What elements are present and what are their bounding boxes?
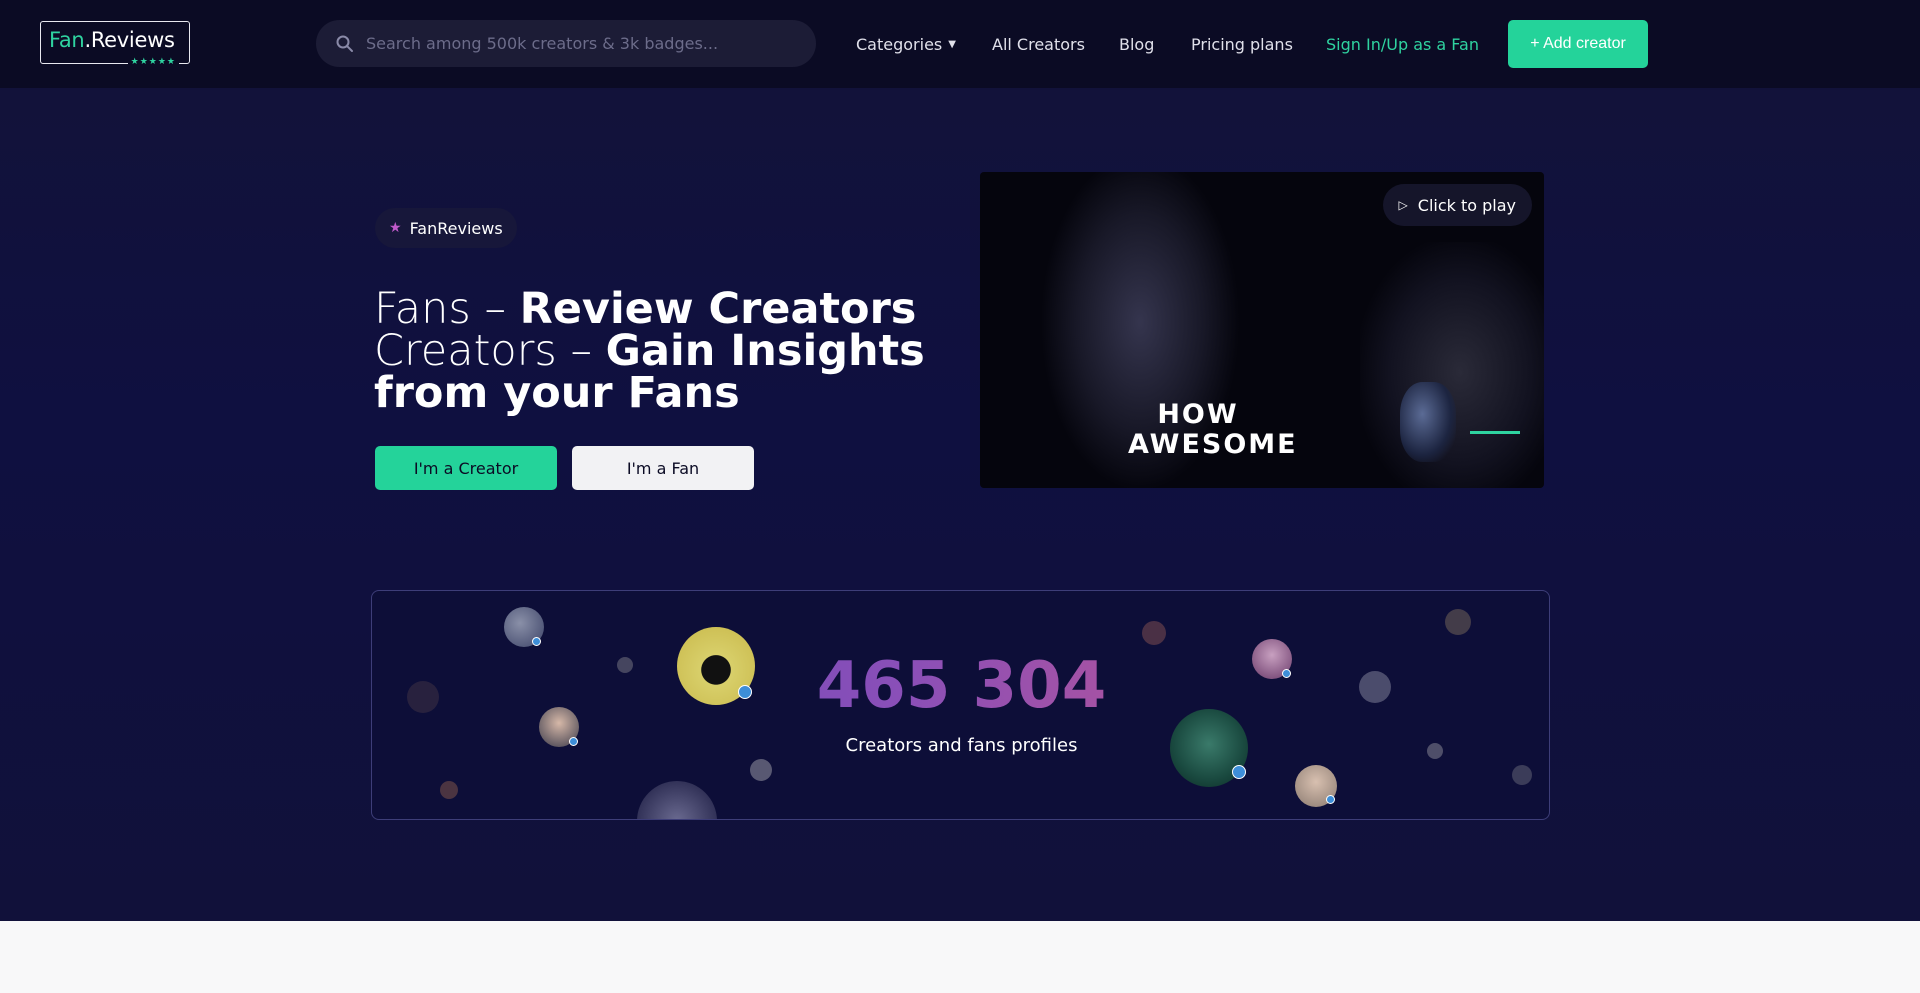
headline-line3-bold: from your Fans <box>374 368 740 418</box>
nav-sign-in[interactable]: Sign In/Up as a Fan <box>1326 0 1479 88</box>
fanreviews-chip: ★ FanReviews <box>375 208 517 248</box>
video-figure-right <box>1360 242 1544 488</box>
avatar <box>750 759 772 781</box>
avatar <box>1445 609 1471 635</box>
nav-pricing-label: Pricing plans <box>1191 34 1293 54</box>
video-progress-bar <box>1470 431 1520 434</box>
profile-count: 465 304 <box>372 649 1549 723</box>
star-icon: ★ <box>389 220 402 236</box>
nav-categories[interactable]: Categories ▼ <box>856 0 956 88</box>
nav-sign-in-label: Sign In/Up as a Fan <box>1326 34 1479 54</box>
top-navbar: Fan.Reviews ★★★★★ Categories ▼ All Creat… <box>0 0 1920 88</box>
logo-fan-text: Fan <box>49 28 85 52</box>
verified-badge-icon <box>1326 795 1335 804</box>
hero-headline: Fans – Review Creators Creators – Gain I… <box>374 288 934 415</box>
avatar <box>440 781 458 799</box>
verified-badge-icon <box>1232 765 1246 779</box>
next-section <box>0 921 1920 993</box>
logo-reviews-text: .Reviews <box>84 28 175 52</box>
avatar <box>1512 765 1532 785</box>
nav-pricing[interactable]: Pricing plans <box>1191 0 1293 88</box>
profile-count-label: Creators and fans profiles <box>845 735 1078 756</box>
caret-down-icon: ▼ <box>948 38 956 50</box>
im-a-fan-button[interactable]: I'm a Fan <box>572 446 754 490</box>
search-icon <box>336 35 353 52</box>
nav-all-creators[interactable]: All Creators <box>992 0 1085 88</box>
video-caption-line1: HOW <box>1157 399 1239 430</box>
im-a-creator-button[interactable]: I'm a Creator <box>375 446 557 490</box>
nav-blog[interactable]: Blog <box>1119 0 1154 88</box>
click-to-play-button[interactable]: ▷ Click to play <box>1382 184 1532 226</box>
nav-all-creators-label: All Creators <box>992 34 1085 54</box>
video-microphone <box>1400 382 1456 462</box>
play-label: Click to play <box>1417 195 1516 215</box>
search-bar[interactable] <box>316 20 816 67</box>
avatar <box>637 781 717 819</box>
nav-blog-label: Blog <box>1119 34 1155 54</box>
stats-panel: 465 304 Creators and fans profiles <box>371 590 1550 820</box>
promo-video[interactable]: HOW AWESOME ▷ Click to play <box>980 172 1544 488</box>
avatar <box>1142 621 1166 645</box>
nav-categories-label: Categories <box>856 34 943 54</box>
site-logo[interactable]: Fan.Reviews ★★★★★ <box>40 21 190 67</box>
video-caption: HOW AWESOME <box>1128 399 1298 460</box>
play-icon: ▷ <box>1398 198 1408 212</box>
add-creator-button[interactable]: + Add creator <box>1508 20 1648 68</box>
search-input[interactable] <box>366 34 806 53</box>
verified-badge-icon <box>532 637 541 646</box>
logo-stars: ★★★★★ <box>127 57 179 67</box>
video-caption-line2: AWESOME <box>1128 429 1298 460</box>
chip-label: FanReviews <box>409 218 503 238</box>
